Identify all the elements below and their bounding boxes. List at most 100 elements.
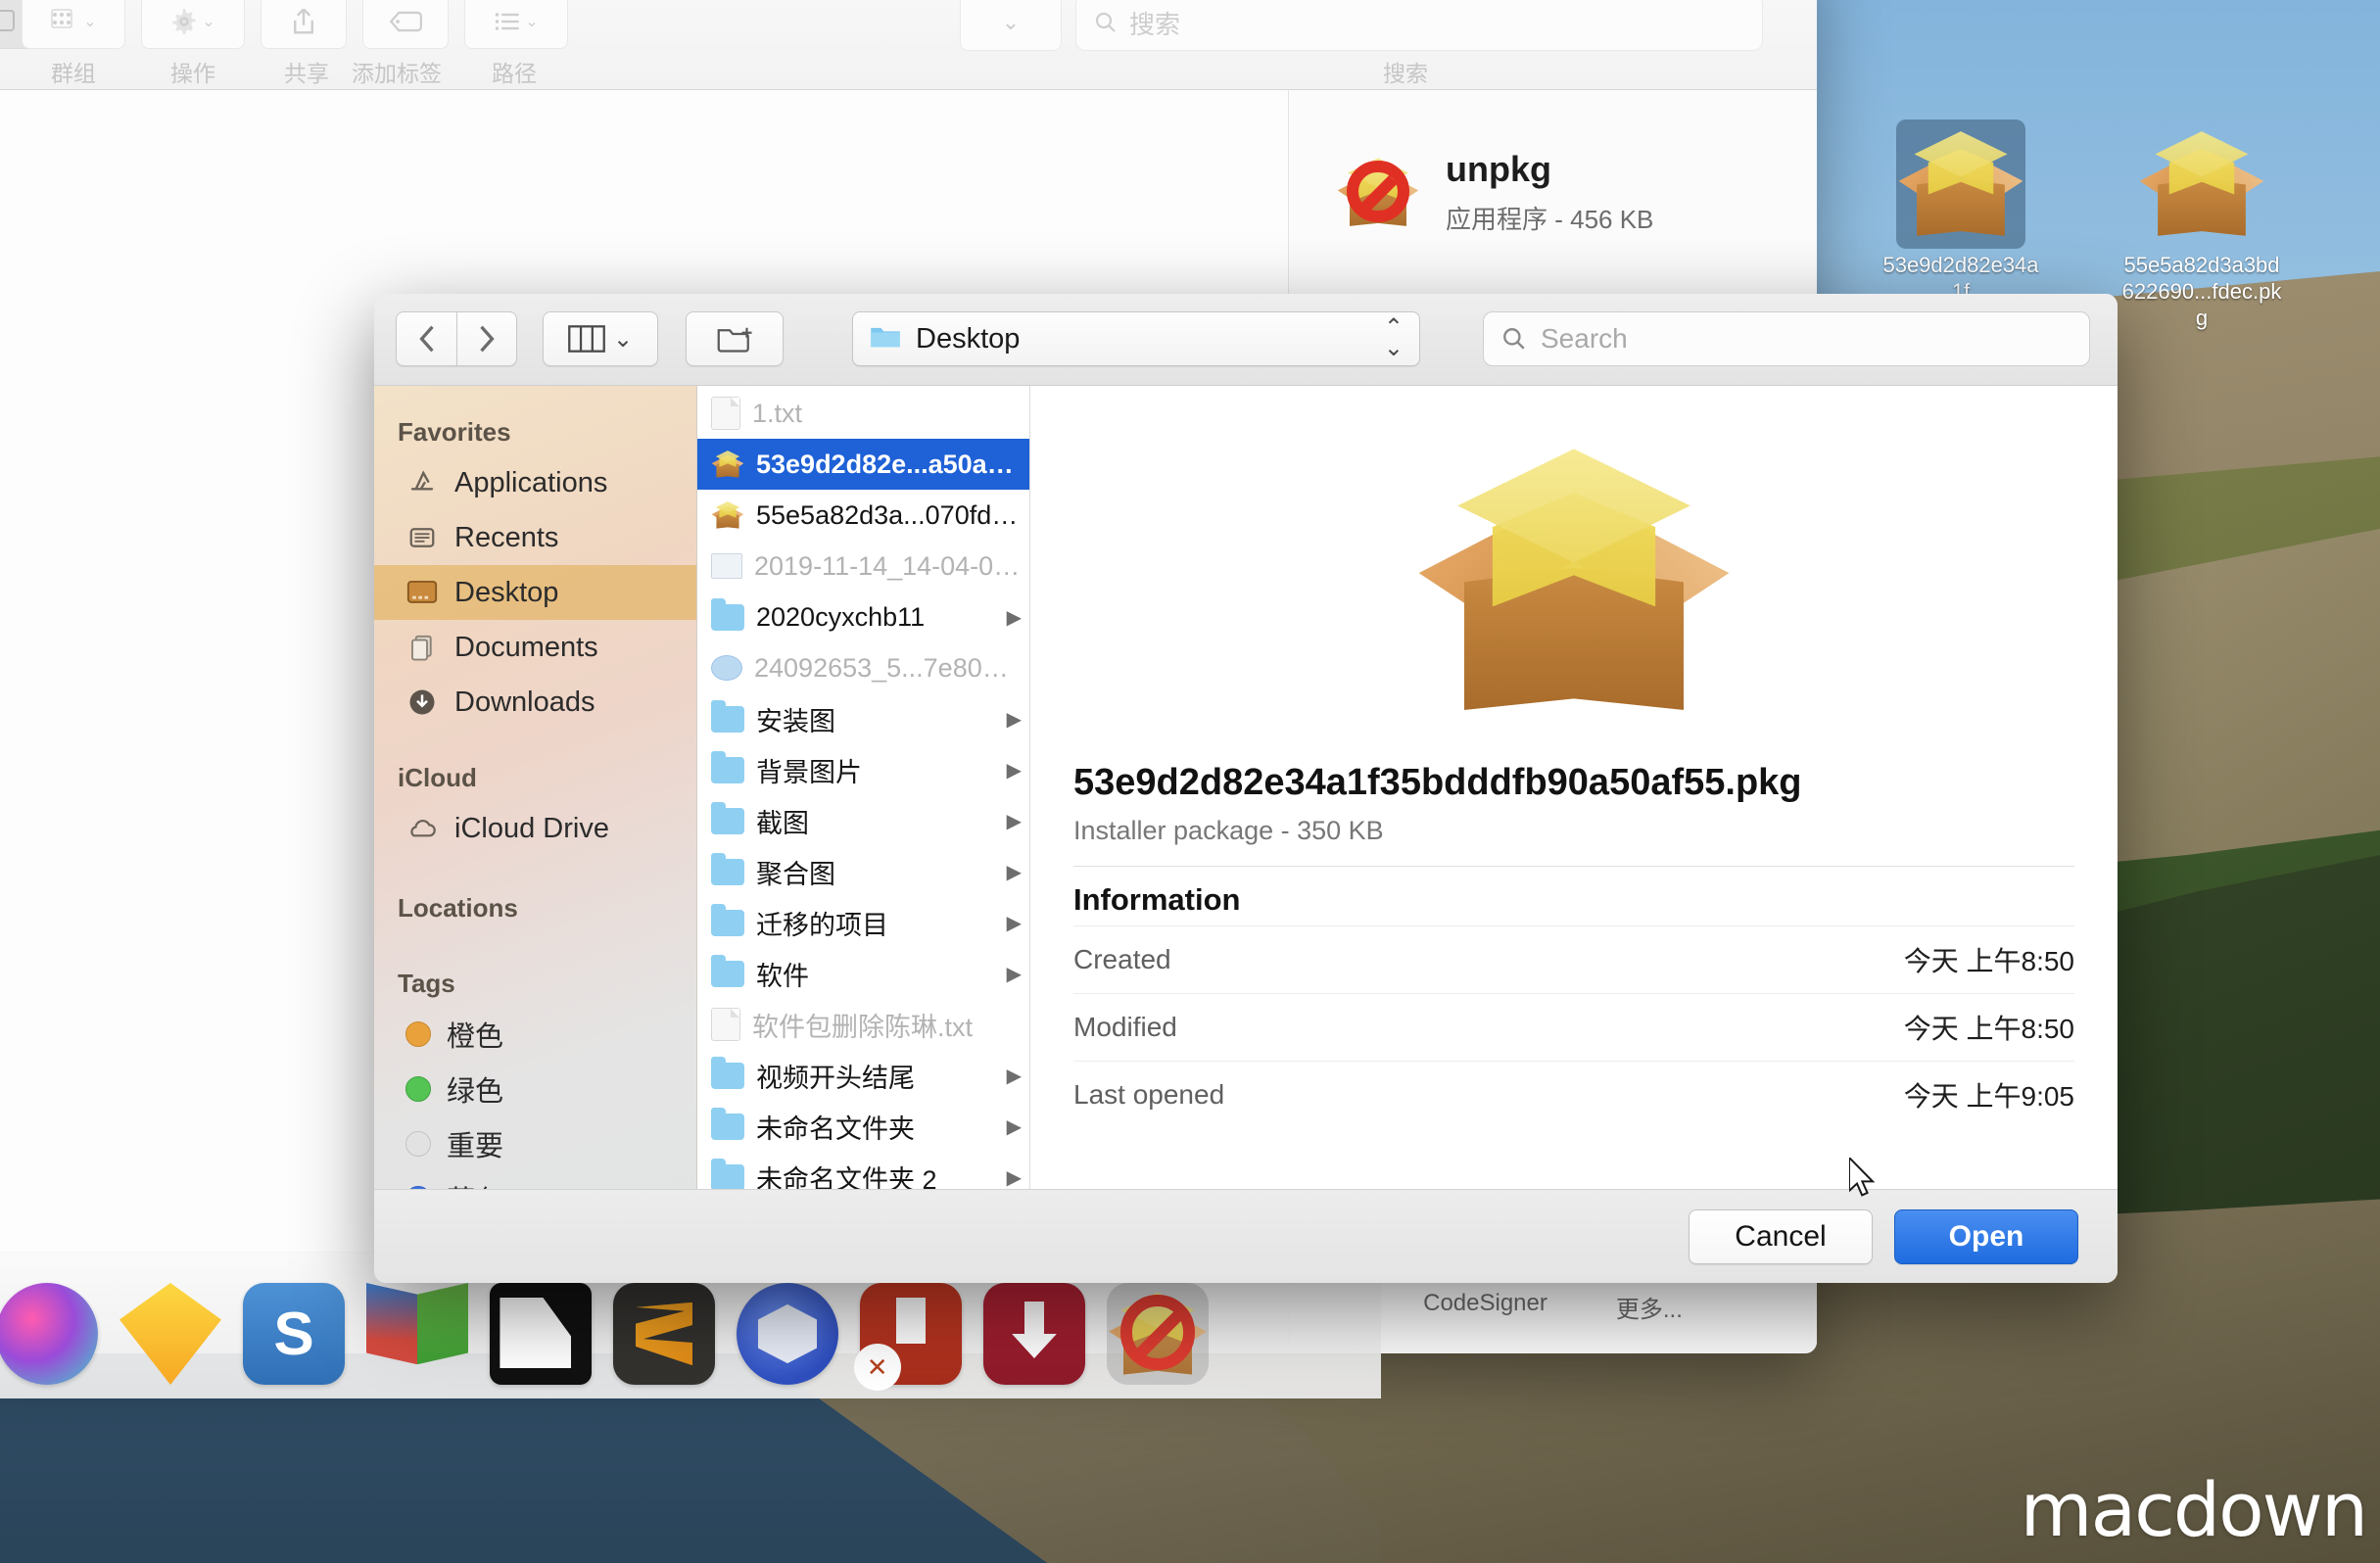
finder-action-button[interactable]: ⌄ xyxy=(141,0,245,49)
dialog-footer: Cancel Open xyxy=(374,1189,2118,1283)
chevron-down-icon: ⌄ xyxy=(83,14,97,30)
file-row[interactable]: 安装图 ▶ xyxy=(697,693,1029,744)
file-row[interactable]: 视频开头结尾 ▶ xyxy=(697,1050,1029,1101)
folder-icon xyxy=(711,597,744,631)
pkg-icon xyxy=(711,448,744,481)
finder-toolbar-caption-share: 共享 xyxy=(284,61,329,86)
folder-icon xyxy=(711,954,744,987)
file-row[interactable]: 未命名文件夹 ▶ xyxy=(697,1101,1029,1152)
codesigner-action[interactable]: CodeSigner xyxy=(1423,1290,1547,1324)
file-name: 软件 xyxy=(756,961,809,991)
stepper-updown-icon: ⌃ ⌄ xyxy=(1383,314,1404,361)
file-name: 未命名文件夹 xyxy=(756,1113,915,1144)
file-name: 背景图片 xyxy=(756,757,862,787)
detail-subtitle: Installer package - 350 KB xyxy=(1073,816,1384,845)
applications-icon xyxy=(405,466,439,499)
unpkg-name: unpkg xyxy=(1446,149,1551,189)
tag-dot-orange-icon xyxy=(405,1021,431,1047)
file-row[interactable]: 迁移的项目 ▶ xyxy=(697,897,1029,948)
file-row[interactable]: 2020cyxchb11 ▶ xyxy=(697,592,1029,642)
finder-add-tag-button[interactable] xyxy=(362,0,449,49)
sidebar-item-desktop[interactable]: Desktop xyxy=(374,565,696,620)
dock-item-installer-red[interactable]: ✕ xyxy=(853,1283,962,1392)
share-icon xyxy=(294,8,313,34)
sidebar-item-recents[interactable]: Recents xyxy=(374,510,696,565)
file-row[interactable]: 24092653_5...7e800f5.png xyxy=(697,642,1029,693)
cancel-button[interactable]: Cancel xyxy=(1689,1208,1873,1264)
back-button[interactable] xyxy=(396,311,456,366)
macdown-watermark: macdown xyxy=(2020,1466,2368,1553)
open-button[interactable]: Open xyxy=(1894,1208,2078,1264)
sidebar-item-applications[interactable]: Applications xyxy=(374,455,696,510)
dock-item-pkg-blue[interactable] xyxy=(737,1283,838,1385)
new-folder-button[interactable] xyxy=(686,311,784,366)
search-input[interactable]: Search xyxy=(1483,311,2090,366)
chevron-down-icon: ⌄ xyxy=(612,325,634,353)
dock-item-sketch[interactable] xyxy=(119,1283,221,1385)
folder-icon xyxy=(711,1158,744,1189)
desktop-icon-pkg-2[interactable]: 55e5a82d3a3bd622690...fdec.pkg xyxy=(2121,119,2282,331)
file-row[interactable]: 背景图片 ▶ xyxy=(697,744,1029,795)
detail-row-last-opened: Last opened 今天 上午9:05 xyxy=(1073,1061,2074,1128)
chevron-right-icon: ▶ xyxy=(1006,708,1022,731)
file-row[interactable]: 软件包删除陈琳.txt xyxy=(697,999,1029,1050)
file-row[interactable]: 53e9d2d82e...a50af55.pkg xyxy=(697,439,1029,490)
file-row[interactable]: 截图 ▶ xyxy=(697,795,1029,846)
desktop-icon xyxy=(405,576,439,609)
finder-path-button[interactable]: ⌄ xyxy=(464,0,568,49)
dialog-main: Favorites Applications Recents Desktop D… xyxy=(374,386,2118,1189)
folder-alias-icon xyxy=(711,903,744,936)
file-row[interactable]: 1.txt xyxy=(697,388,1029,439)
chevron-down-icon: ⌄ xyxy=(1001,10,1021,34)
chevron-right-icon: ▶ xyxy=(1006,861,1022,883)
sidebar-tag-blue[interactable]: 蓝色 xyxy=(374,1171,696,1189)
detail-row-value: 今天 上午8:50 xyxy=(1903,946,2074,976)
finder-search-scope-button[interactable]: ⌄ xyxy=(960,0,1062,51)
file-name: 软件包删除陈琳.txt xyxy=(752,1012,974,1042)
sidebar-tag-important[interactable]: 重要 xyxy=(374,1116,696,1171)
detail-row-modified: Modified 今天 上午8:50 xyxy=(1073,993,2074,1061)
sidebar-item-downloads[interactable]: Downloads xyxy=(374,675,696,730)
finder-search-caption: 搜索 xyxy=(1383,61,1428,86)
sidebar-header-favorites: Favorites xyxy=(398,417,511,447)
sidebar-item-label: Desktop xyxy=(454,576,559,608)
dock-item-sublime[interactable] xyxy=(613,1283,715,1385)
file-row[interactable]: 聚合图 ▶ xyxy=(697,846,1029,897)
image-file-icon xyxy=(711,553,742,579)
sidebar-header-icloud: iCloud xyxy=(398,763,477,792)
tag-dot-green-icon xyxy=(405,1076,431,1102)
finder-selected-item[interactable]: unpkg 应用程序 - 456 KB xyxy=(1336,149,1653,236)
dock-item-siri[interactable] xyxy=(0,1283,98,1385)
sidebar-tag-orange[interactable]: 橙色 xyxy=(374,1007,696,1062)
sidebar-item-label: Recents xyxy=(454,521,559,553)
sidebar-tag-green[interactable]: 绿色 xyxy=(374,1062,696,1116)
sidebar-item-label: Downloads xyxy=(454,686,595,718)
finder-toolbar-caption-tag: 添加标签 xyxy=(352,61,442,86)
dock-item-downloader-red[interactable] xyxy=(983,1283,1085,1385)
file-row[interactable]: 未命名文件夹 2 ▶ xyxy=(697,1152,1029,1189)
forward-button[interactable] xyxy=(456,311,517,366)
chevron-right-icon: ▶ xyxy=(1006,1115,1022,1138)
sidebar-item-documents[interactable]: Documents xyxy=(374,620,696,675)
path-popup-button[interactable]: Desktop ⌃ ⌄ xyxy=(852,311,1420,366)
file-row[interactable]: 2019-11-14_14-04-09.png xyxy=(697,541,1029,592)
mouse-cursor xyxy=(1849,1158,1876,1197)
finder-group-button[interactable]: ⌄ xyxy=(22,0,125,49)
open-file-dialog[interactable]: ⌄ Desktop ⌃ ⌄ Search Favorites Applicati… xyxy=(374,294,2118,1283)
chevron-right-icon: ▶ xyxy=(1006,912,1022,934)
finder-share-button[interactable] xyxy=(261,0,347,49)
finder-search-input[interactable]: 搜索 xyxy=(1075,0,1763,51)
sidebar-item-icloud-drive[interactable]: iCloud Drive xyxy=(374,801,696,856)
more-action[interactable]: 更多... xyxy=(1616,1290,1683,1324)
dock-item-app-bw[interactable] xyxy=(490,1283,592,1385)
folder-icon xyxy=(711,750,744,783)
dock-item-snagit[interactable]: S xyxy=(243,1283,345,1385)
search-icon xyxy=(1095,12,1116,32)
dock-item-keynote[interactable] xyxy=(366,1283,468,1385)
desktop-icon-pkg-1[interactable]: 53e9d2d82e34a1f xyxy=(1880,119,2041,306)
file-list[interactable]: 1.txt 53e9d2d82e...a50af55.pkg 55e5a82d3a.… xyxy=(697,386,1030,1189)
file-row[interactable]: 55e5a82d3a...070fdec.pkg xyxy=(697,490,1029,541)
file-row[interactable]: 软件 ▶ xyxy=(697,948,1029,999)
dock-item-unpkg[interactable] xyxy=(1107,1283,1209,1385)
view-mode-button[interactable]: ⌄ xyxy=(543,311,658,366)
